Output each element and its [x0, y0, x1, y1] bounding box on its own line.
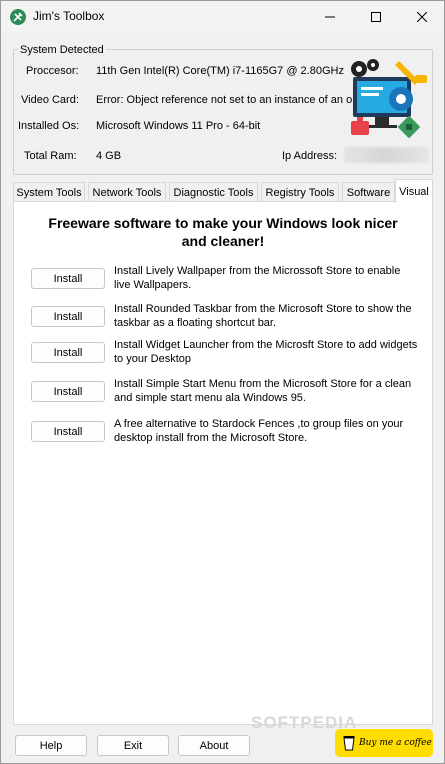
- tab-diagnostic-tools[interactable]: Diagnostic Tools: [169, 182, 258, 202]
- exit-button[interactable]: Exit: [97, 735, 169, 756]
- install-rounded-taskbar-button[interactable]: Install: [31, 306, 105, 327]
- tab-visual[interactable]: Visual: [395, 179, 433, 203]
- installed-os-value: Microsoft Windows 11 Pro - 64-bit: [96, 120, 261, 132]
- fences-alternative-description: A free alternative to Stardock Fences ,t…: [114, 418, 404, 444]
- tab-software[interactable]: Software: [342, 182, 395, 202]
- simple-start-menu-description: Install Simple Start Menu from the Micro…: [114, 378, 412, 404]
- help-button[interactable]: Help: [15, 735, 87, 756]
- about-button[interactable]: About: [178, 735, 250, 756]
- total-ram-label: Total Ram:: [24, 150, 77, 162]
- lively-wallpaper-description: Install Lively Wallpaper from the Micros…: [114, 265, 401, 291]
- video-card-value: Error: Object reference not set to an in…: [96, 94, 379, 106]
- buy-me-a-coffee-button[interactable]: Buy me a coffee: [335, 729, 433, 757]
- toolbox-icon: [10, 9, 26, 25]
- minimize-button[interactable]: [307, 1, 353, 32]
- installed-os-label: Installed Os:: [18, 120, 80, 132]
- tab-network-tools[interactable]: Network Tools: [88, 182, 166, 202]
- install-widget-launcher-button[interactable]: Install: [31, 342, 105, 363]
- processor-value: 11th Gen Intel(R) Core(TM) i7-1165G7 @ 2…: [96, 65, 344, 77]
- system-detected-title: System Detected: [18, 44, 106, 56]
- gear-icon: [351, 59, 379, 77]
- ip-address-value-redacted: [344, 147, 429, 163]
- close-icon: [417, 11, 427, 22]
- coffee-label: Buy me a coffee: [359, 738, 432, 748]
- coffee-cup-icon: [343, 736, 355, 751]
- visual-headline: Freeware software to make your Windows l…: [48, 215, 398, 249]
- computer-gears-illustration: [351, 59, 427, 139]
- processor-label: Proccesor:: [26, 65, 79, 77]
- widget-launcher-description: Install Widget Launcher from the Microsf…: [114, 339, 418, 365]
- install-fences-alternative-button[interactable]: Install: [31, 421, 105, 442]
- maximize-button[interactable]: [353, 1, 399, 32]
- app-window: Jim's Toolbox System Detected Proccesor:…: [0, 0, 445, 764]
- minimize-icon: [325, 16, 335, 17]
- close-button[interactable]: [399, 1, 445, 32]
- rounded-taskbar-description: Install Rounded Taskbar from the Microso…: [114, 303, 412, 329]
- video-card-label: Video Card:: [21, 94, 79, 106]
- install-lively-wallpaper-button[interactable]: Install: [31, 268, 105, 289]
- title-bar[interactable]: Jim's Toolbox: [1, 1, 444, 32]
- maximize-icon: [371, 11, 381, 22]
- window-title: Jim's Toolbox: [33, 9, 105, 23]
- tab-system-tools[interactable]: System Tools: [13, 182, 85, 202]
- ip-address-label: Ip Address:: [282, 150, 338, 162]
- total-ram-value: 4 GB: [96, 150, 122, 162]
- tab-registry-tools[interactable]: Registry Tools: [261, 182, 339, 202]
- install-simple-start-menu-button[interactable]: Install: [31, 381, 105, 402]
